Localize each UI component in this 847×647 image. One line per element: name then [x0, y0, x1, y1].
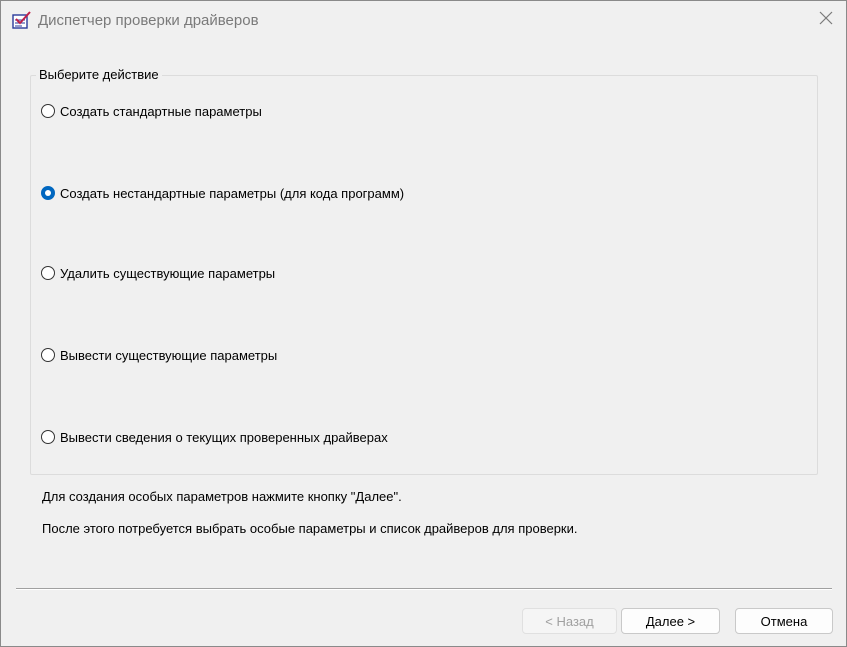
radio-label: Создать стандартные параметры	[60, 103, 262, 119]
radio-label: Создать нестандартные параметры (для код…	[60, 185, 405, 201]
radio-button[interactable]	[41, 348, 55, 362]
window-title: Диспетчер проверки драйверов	[38, 12, 259, 29]
next-button[interactable]: Далее >	[621, 608, 720, 634]
cancel-button[interactable]: Отмена	[735, 608, 833, 634]
radio-button-selected[interactable]	[41, 186, 55, 200]
radio-button[interactable]	[41, 104, 55, 118]
checklist-app-icon	[11, 11, 31, 31]
close-icon	[819, 11, 833, 30]
radio-label: Вывести сведения о текущих проверенных д…	[60, 429, 388, 445]
back-button[interactable]: < Назад	[522, 608, 617, 634]
footer-separator	[16, 588, 832, 590]
radio-display-existing[interactable]: Вывести существующие параметры	[41, 345, 277, 365]
radio-label: Удалить существующие параметры	[60, 265, 276, 281]
groupbox-label: Выберите действие	[36, 67, 162, 82]
radio-delete-existing[interactable]: Удалить существующие параметры	[41, 263, 275, 283]
driver-verifier-window: Диспетчер проверки драйверов Выберите де…	[0, 0, 847, 647]
radio-create-standard[interactable]: Создать стандартные параметры	[41, 101, 262, 121]
radio-display-verified-info[interactable]: Вывести сведения о текущих проверенных д…	[41, 427, 388, 447]
radio-button[interactable]	[41, 430, 55, 444]
title-bar[interactable]: Диспетчер проверки драйверов	[1, 1, 846, 39]
info-text-line2: После этого потребуется выбрать особые п…	[42, 521, 578, 536]
close-button[interactable]	[809, 7, 843, 33]
info-text-line1: Для создания особых параметров нажмите к…	[42, 489, 402, 504]
radio-label: Вывести существующие параметры	[60, 347, 278, 363]
radio-button[interactable]	[41, 266, 55, 280]
radio-create-custom[interactable]: Создать нестандартные параметры (для код…	[41, 183, 404, 203]
